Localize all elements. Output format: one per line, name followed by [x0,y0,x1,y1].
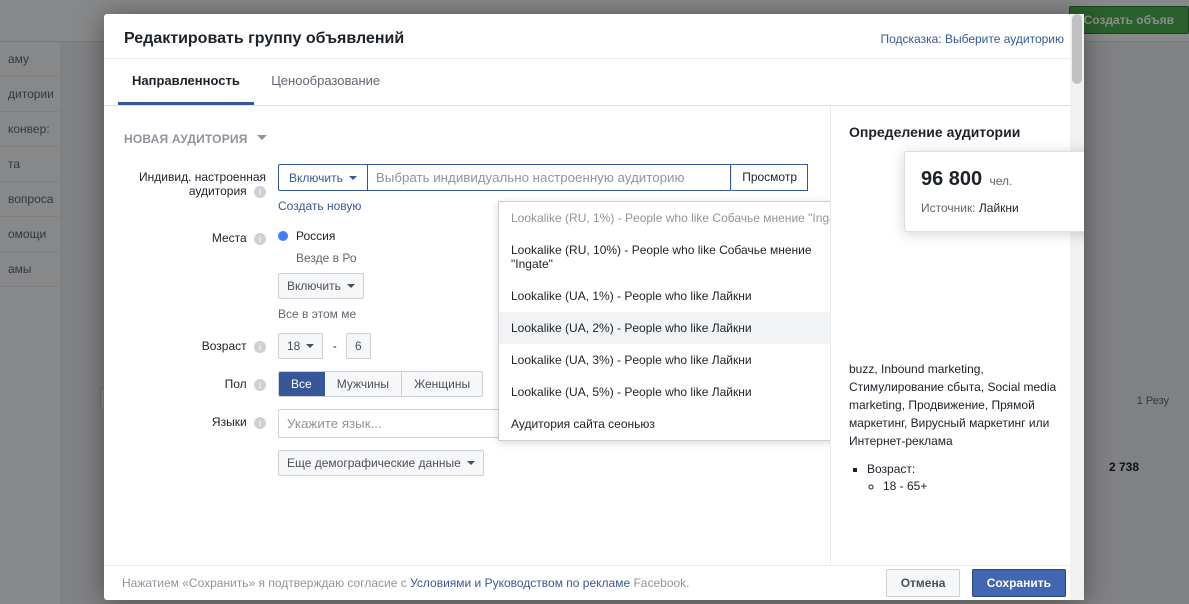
location-pin-icon [278,231,288,241]
label-gender: Пол i [120,371,278,391]
age-from-select[interactable]: 18 [278,333,323,359]
edit-adset-modal: Редактировать группу объявлений Подсказк… [104,14,1084,600]
new-audience-heading[interactable]: НОВАЯ АУДИТОРИЯ [120,126,808,164]
terms-link[interactable]: Условиями и Руководством по рекламе [410,576,630,590]
modal-footer: Нажатием «Сохранить» я подтверждаю согла… [104,565,1084,600]
audience-size-card: 96 800 чел. Источник: Лайкни [904,151,1084,232]
chevron-down-icon [257,135,267,145]
info-icon[interactable]: i [254,186,266,198]
form-area: НОВАЯ АУДИТОРИЯ Индивид. настроенная ауд… [104,106,830,565]
browse-button[interactable]: Просмотр [731,164,808,191]
label-languages: Языки i [120,409,278,429]
gender-all[interactable]: Все [279,372,325,396]
tab-targeting[interactable]: Направленность [118,59,254,105]
aside-age-label: Возраст: 18 - 65+ [867,462,1064,493]
audience-option[interactable]: Lookalike (UA, 3%) - People who like Лай… [499,344,830,376]
audience-option[interactable]: Lookalike (UA, 2%) - People who like Лай… [499,312,830,344]
save-button[interactable]: Сохранить [972,569,1066,597]
modal-tabs: Направленность Ценообразование [104,59,1084,106]
info-icon[interactable]: i [254,379,266,391]
more-demographics-button[interactable]: Еще демографические данные [278,450,484,476]
label-custom-audience: Индивид. настроенная аудитория i [120,164,278,198]
modal-header: Редактировать группу объявлений Подсказк… [104,14,1084,59]
chevron-down-icon [467,461,475,469]
footer-note: Нажатием «Сохранить» я подтверждаю согла… [122,576,690,590]
info-icon[interactable]: i [254,233,266,245]
audience-option[interactable]: Lookalike (RU, 1%) - People who like Соб… [499,202,830,234]
chevron-down-icon [306,344,314,352]
gender-female[interactable]: Женщины [402,372,482,396]
info-icon[interactable]: i [254,417,266,429]
audience-unit: чел. [990,174,1013,188]
aside-age-value: 18 - 65+ [883,479,1064,493]
audience-source-value: Лайкни [979,201,1019,215]
custom-audience-input[interactable] [368,164,731,191]
label-locations: Места i [120,225,278,245]
aside-title: Определение аудитории [849,124,1064,140]
hint-link[interactable]: Подсказка: Выберите аудиторию [881,32,1065,46]
label-age: Возраст i [120,333,278,353]
audience-option[interactable]: Lookalike (UA, 5%) - People who like Лай… [499,376,830,408]
chevron-down-icon [347,284,355,292]
tab-pricing[interactable]: Ценообразование [257,59,394,102]
aside-interests-tail: buzz, Inbound marketing, Стимулирование … [849,360,1064,450]
gender-segments: Все Мужчины Женщины [278,371,483,397]
modal-title: Редактировать группу объявлений [124,30,404,48]
audience-option[interactable]: Lookalike (UA, 1%) - People who like Лай… [499,280,830,312]
age-to-select[interactable]: 6 [346,333,371,359]
gender-male[interactable]: Мужчины [325,372,402,396]
cancel-button[interactable]: Отмена [886,569,961,597]
info-icon[interactable]: i [254,341,266,353]
audience-dropdown: Lookalike (RU, 1%) - People who like Соб… [498,201,830,441]
include-mode-button[interactable]: Включить [278,164,368,191]
audience-option[interactable]: Lookalike (RU, 10%) - People who like Со… [499,234,830,280]
audience-option[interactable]: Аудитория сайта сеоньюзВеб-сайт [499,408,830,440]
location-include-button[interactable]: Включить [278,273,364,299]
audience-source-label: Источник: [921,201,976,215]
chevron-down-icon [349,176,357,184]
audience-count: 96 800 [921,168,982,190]
